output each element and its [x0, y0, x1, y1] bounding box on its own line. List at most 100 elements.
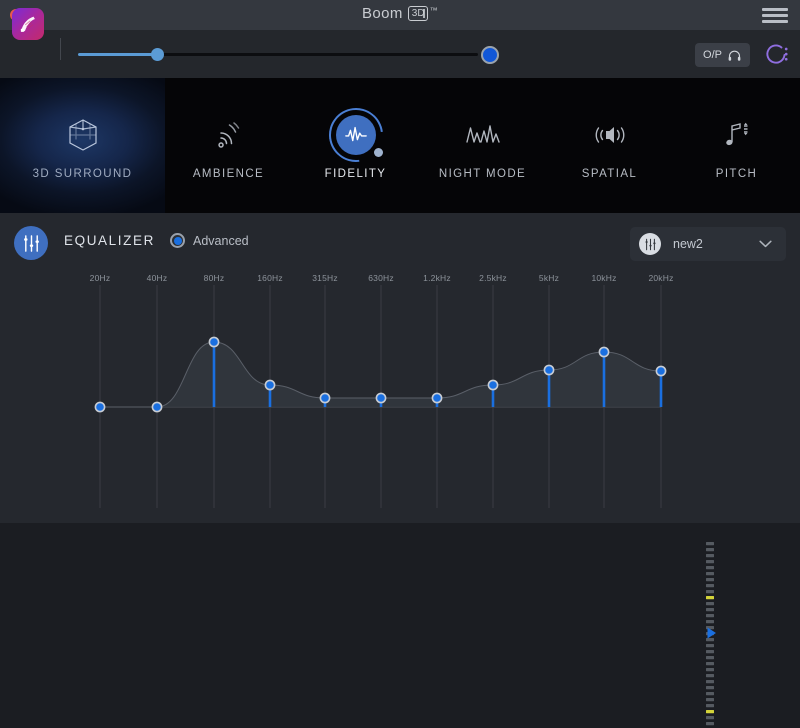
preamp-tick [706, 674, 714, 677]
effect-tab-fidelity[interactable]: FIDELITY [292, 78, 419, 213]
preamp-tick [706, 656, 714, 659]
preset-dropdown[interactable]: new2 [630, 227, 786, 261]
hamburger-menu-icon[interactable] [762, 8, 788, 23]
fidelity-disc [336, 115, 376, 155]
preamp-tick [706, 716, 714, 719]
advanced-radio[interactable]: Advanced [170, 233, 249, 248]
effect-tab-night-mode[interactable]: NIGHT MODE [419, 78, 546, 213]
band-handle[interactable] [95, 402, 104, 411]
effect-tab-ambience[interactable]: AMBIENCE [165, 78, 292, 213]
app-title-3d-badge: 3D [408, 6, 428, 21]
band-handle[interactable] [209, 337, 218, 346]
band-handle[interactable] [599, 347, 608, 356]
frequency-label: 160Hz [257, 273, 283, 283]
preset-equalizer-icon [639, 233, 661, 255]
waveform-icon [464, 112, 502, 158]
preamp-tick [706, 626, 714, 629]
app-title-word: Boom [362, 5, 403, 23]
speaker-icon [591, 112, 629, 158]
preamp-tick [706, 662, 714, 665]
preamp-tick [706, 596, 714, 599]
preamp-tick [706, 620, 714, 623]
effect-label: NIGHT MODE [439, 168, 526, 180]
preamp-tick [706, 650, 714, 653]
frequency-label: 1.2kHz [423, 273, 451, 283]
boom-logo-glyph [17, 13, 39, 35]
cube-icon [66, 112, 100, 158]
equalizer-graph[interactable] [0, 285, 800, 523]
effects-row: 3D SURROUND AMBIENCE [0, 78, 800, 213]
effect-label: 3D SURROUND [33, 168, 133, 180]
chevron-down-icon[interactable] [759, 240, 772, 248]
frequency-label: 40Hz [147, 273, 168, 283]
preset-name: new2 [673, 237, 759, 251]
band-handle[interactable] [432, 393, 441, 402]
frequency-label: 2.5kHz [479, 273, 507, 283]
preamp-tick [706, 686, 714, 689]
preamp-tick [706, 710, 714, 713]
pulse-icon [333, 112, 379, 158]
effect-label: FIDELITY [325, 168, 387, 180]
title-bar: Boom 3D ™ [0, 0, 800, 30]
band-handle[interactable] [488, 380, 497, 389]
power-menu-icon[interactable] [764, 42, 790, 68]
effect-tab-spatial[interactable]: SPATIAL [546, 78, 673, 213]
preamp-meter[interactable] [703, 538, 719, 728]
frequency-label: 80Hz [204, 273, 225, 283]
preamp-tick [706, 590, 714, 593]
band-handle[interactable] [152, 402, 161, 411]
preamp-tick [706, 722, 714, 725]
boom3d-window: Boom 3D ™ O/P [0, 0, 800, 523]
preamp-tick [706, 608, 714, 611]
toolbar-divider [60, 38, 61, 60]
frequency-label: 20Hz [90, 273, 111, 283]
frequency-label: 630Hz [368, 273, 394, 283]
preamp-tick [706, 698, 714, 701]
equalizer-curve[interactable] [0, 285, 800, 523]
preamp-tick [706, 572, 714, 575]
band-handle[interactable] [656, 366, 665, 375]
advanced-radio-indicator[interactable] [170, 233, 185, 248]
preamp-tick [706, 584, 714, 587]
trademark-symbol: ™ [430, 6, 438, 15]
effect-tab-3d-surround[interactable]: 3D SURROUND [0, 78, 165, 213]
equalizer-panel: EQUALIZER Advanced new2 [0, 213, 800, 523]
frequency-label: 5kHz [539, 273, 559, 283]
frequency-label: 20kHz [648, 273, 673, 283]
band-handle[interactable] [265, 380, 274, 389]
preamp-tick [706, 692, 714, 695]
preamp-tick [706, 554, 714, 557]
band-handle[interactable] [376, 393, 385, 402]
equalizer-sliders-icon [14, 226, 48, 260]
preamp-tick [706, 644, 714, 647]
preamp-tick [706, 704, 714, 707]
equalizer-header: EQUALIZER Advanced new2 [0, 213, 800, 271]
frequency-label: 315Hz [312, 273, 338, 283]
volume-slider-handle[interactable] [151, 48, 164, 61]
preamp-tick [706, 668, 714, 671]
preamp-tick [706, 548, 714, 551]
volume-slider-fill [78, 53, 158, 56]
band-handle[interactable] [320, 393, 329, 402]
volume-slider[interactable] [78, 48, 478, 62]
headphones-icon [727, 48, 742, 63]
preamp-tick [706, 542, 714, 545]
output-button-label: O/P [703, 49, 722, 61]
preamp-tick [706, 560, 714, 563]
frequency-label: 10kHz [591, 273, 616, 283]
preamp-tick [706, 614, 714, 617]
preamp-tick [706, 680, 714, 683]
effect-label: PITCH [716, 168, 758, 180]
band-handle[interactable] [544, 365, 553, 374]
boom-app-icon[interactable] [12, 8, 44, 40]
boost-toggle-button[interactable] [481, 46, 499, 64]
effect-label: SPATIAL [582, 168, 637, 180]
active-ring-handle[interactable] [374, 148, 383, 157]
output-device-button[interactable]: O/P [695, 43, 750, 67]
advanced-radio-label: Advanced [193, 234, 249, 248]
preamp-tick [706, 578, 714, 581]
effect-label: AMBIENCE [193, 168, 264, 180]
effect-tab-pitch[interactable]: PITCH [673, 78, 800, 213]
preamp-tick [706, 602, 714, 605]
equalizer-title: EQUALIZER [64, 233, 155, 248]
